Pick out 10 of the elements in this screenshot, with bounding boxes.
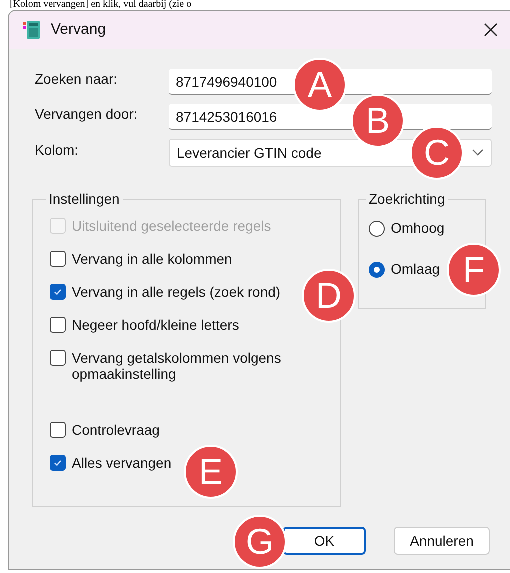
field-label: Vervangen door: xyxy=(35,104,139,124)
checkbox-label: Vervang getalskolommen volgens opmaakinstelling xyxy=(72,350,282,382)
field-label: Kolom: xyxy=(35,140,80,160)
window-title: Vervang xyxy=(51,20,106,40)
field-label: Zoeken naar: xyxy=(35,70,118,88)
checkbox-label: Controlevraag xyxy=(72,422,160,438)
group-title: Zoekrichting xyxy=(368,190,446,209)
checkbox-label: Alles vervangen xyxy=(72,455,172,471)
group-title: Instellingen xyxy=(48,190,121,209)
page-text: [Kolom vervangen] en klik, vul daarbij (zie o xyxy=(10,0,193,10)
